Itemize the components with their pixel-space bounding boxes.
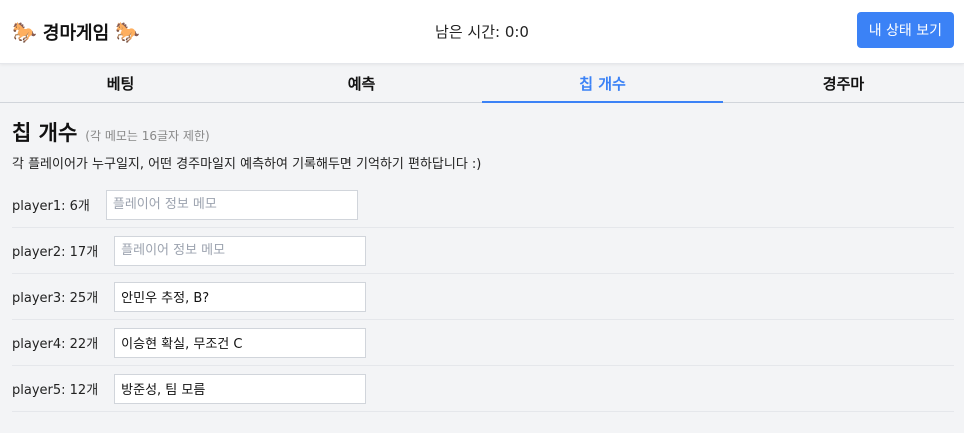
player-row: player4: 22개 <box>12 320 954 366</box>
player-chip-label: player2: 17개 <box>12 245 99 260</box>
player-chip-label: player5: 12개 <box>12 383 99 398</box>
player-memo-input[interactable] <box>114 281 367 312</box>
page-title: 칩 개수 <box>12 121 78 145</box>
tab-bar: 베팅 예측 칩 개수 경주마 <box>0 64 964 103</box>
player-row: player5: 12개 <box>12 366 954 412</box>
player-chip-label: player4: 22개 <box>12 337 99 352</box>
player-chip-label: player1: 6개 <box>12 199 90 214</box>
memo-limit-note: (각 메모는 16글자 제한) <box>85 129 210 143</box>
top-bar: 🐎 경마게임 🐎 남은 시간: 0:0 내 상태 보기 <box>0 0 964 64</box>
remaining-time: 남은 시간: 0:0 <box>0 21 964 42</box>
view-my-status-button[interactable]: 내 상태 보기 <box>856 12 954 48</box>
tab-chip-count[interactable]: 칩 개수 <box>482 64 723 103</box>
player-memo-input[interactable] <box>114 327 367 358</box>
player-memo-input[interactable] <box>114 235 367 266</box>
section-heading: 칩 개수 (각 메모는 16글자 제한) <box>12 117 954 147</box>
section-description: 각 플레이어가 누구일지, 어떤 경주마일지 예측하여 기록해두면 기억하기 편… <box>12 157 482 172</box>
tab-prediction[interactable]: 예측 <box>241 64 482 102</box>
player-list: player1: 6개 player2: 17개 player3: 25개 pl… <box>12 182 954 412</box>
player-row: player1: 6개 <box>12 182 954 228</box>
tab-betting[interactable]: 베팅 <box>0 64 241 102</box>
player-row: player2: 17개 <box>12 228 954 274</box>
chip-count-panel: 칩 개수 (각 메모는 16글자 제한) 각 플레이어가 누구일지, 어떤 경주… <box>0 103 964 412</box>
player-memo-input[interactable] <box>105 189 358 220</box>
player-memo-input[interactable] <box>114 373 367 404</box>
tab-racehorses[interactable]: 경주마 <box>723 64 964 102</box>
player-chip-label: player3: 25개 <box>12 291 99 306</box>
player-row: player3: 25개 <box>12 274 954 320</box>
timer-label: 남은 시간: 0:0 <box>435 23 529 41</box>
